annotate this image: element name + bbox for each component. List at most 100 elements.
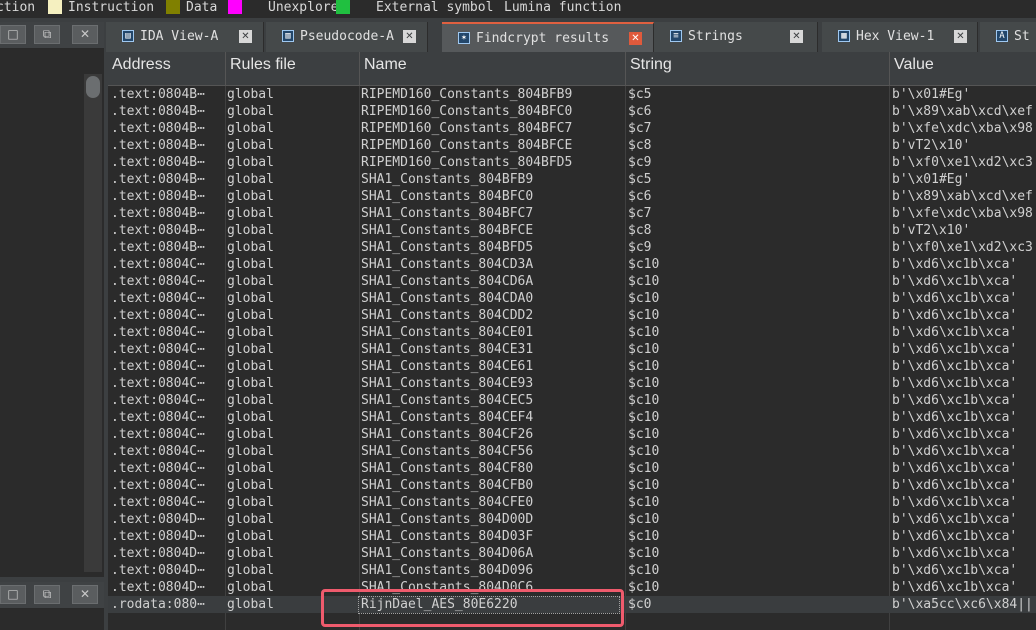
tab-ida-view-a[interactable]: ▤ IDA View-A ✕ <box>106 22 264 52</box>
table-row[interactable]: .text:0804C⋯ global SHA1_Constants_804CF56… <box>108 443 1036 460</box>
value-cell: b'\x01#Eg' <box>892 87 971 102</box>
close-panel-icon[interactable]: ✕ <box>72 585 98 604</box>
string-cell: $c10 <box>628 359 660 374</box>
functions-panel-header: □ ⧉ ✕ <box>0 22 104 49</box>
tab-strings[interactable]: ≡ Strings ✕ <box>654 22 818 52</box>
table-row[interactable]: .text:0804B⋯ global SHA1_Constants_804BFD5… <box>108 239 1036 256</box>
rules-file-cell: global <box>227 257 274 272</box>
tab-pseudocode-a[interactable]: ▥ Pseudocode-A ✕ <box>266 22 428 52</box>
name-cell: SHA1_Constants_804BFD5 <box>361 240 534 255</box>
name-cell: SHA1_Constants_804D096 <box>361 563 534 578</box>
rules-file-cell: global <box>227 529 274 544</box>
secondary-panel-header: □ ⧉ ✕ <box>0 582 104 609</box>
column-header-string[interactable]: String <box>626 52 890 85</box>
table-body: .text:0804B⋯ global RIPEMD160_Constants_80… <box>108 86 1036 613</box>
column-header-address[interactable]: Address <box>108 52 226 85</box>
rules-file-cell: global <box>227 410 274 425</box>
name-cell: SHA1_Constants_804CFB0 <box>361 478 534 493</box>
string-cell: $c10 <box>628 274 660 289</box>
value-cell: b'\xd6\xc1b\xca' <box>892 342 1018 357</box>
name-cell: RIPEMD160_Constants_804BFC7 <box>361 121 573 136</box>
string-cell: $c10 <box>628 529 660 544</box>
string-cell: $c10 <box>628 308 660 323</box>
restore-window-icon[interactable]: □ <box>0 25 26 44</box>
table-row[interactable]: .text:0804C⋯ global SHA1_Constants_804CE31… <box>108 341 1036 358</box>
rules-file-cell: global <box>227 325 274 340</box>
rules-file-cell: global <box>227 138 274 153</box>
string-cell: $c10 <box>628 325 660 340</box>
functions-scrollbar[interactable] <box>84 74 102 572</box>
close-tab-icon[interactable]: ✕ <box>790 30 803 43</box>
rules-file-cell: global <box>227 308 274 323</box>
column-header-name[interactable]: Name <box>360 52 626 85</box>
table-row[interactable]: .text:0804B⋯ global SHA1_Constants_804BFC0… <box>108 188 1036 205</box>
string-cell: $c10 <box>628 376 660 391</box>
rules-file-cell: global <box>227 274 274 289</box>
table-row[interactable]: .text:0804C⋯ global SHA1_Constants_804CE93… <box>108 375 1036 392</box>
tab-label: Hex View-1 <box>856 29 935 44</box>
value-cell: b'\xfe\xdc\xba\x98 <box>892 206 1033 221</box>
column-header-value[interactable]: Value <box>890 52 1036 85</box>
close-tab-icon[interactable]: ✕ <box>629 32 642 45</box>
address-cell: .text:0804B⋯ <box>111 138 205 153</box>
string-cell: $c10 <box>628 444 660 459</box>
table-row[interactable]: .text:0804C⋯ global SHA1_Constants_804CEC5… <box>108 392 1036 409</box>
table-row[interactable]: .text:0804C⋯ global SHA1_Constants_804CE61… <box>108 358 1036 375</box>
rules-file-cell: global <box>227 546 274 561</box>
rules-file-cell: global <box>227 104 274 119</box>
table-row[interactable]: .text:0804C⋯ global SHA1_Constants_804CF80… <box>108 460 1036 477</box>
address-cell: .text:0804B⋯ <box>111 223 205 238</box>
rules-file-cell: global <box>227 291 274 306</box>
value-cell: b'\xd6\xc1b\xca' <box>892 308 1018 323</box>
restore-window-icon[interactable]: □ <box>0 585 26 604</box>
table-row[interactable]: .text:0804B⋯ global RIPEMD160_Constants_80… <box>108 103 1036 120</box>
rules-file-cell: global <box>227 359 274 374</box>
table-row[interactable]: .text:0804C⋯ global SHA1_Constants_804CDA0… <box>108 290 1036 307</box>
legend-label: ction <box>0 0 36 15</box>
table-row[interactable]: .text:0804C⋯ global SHA1_Constants_804CFE0… <box>108 494 1036 511</box>
tab-hex-view-1[interactable]: ▦ Hex View-1 ✕ <box>822 22 978 52</box>
float-window-icon[interactable]: ⧉ <box>34 25 60 44</box>
name-cell: SHA1_Constants_804CFE0 <box>361 495 534 510</box>
close-panel-icon[interactable]: ✕ <box>72 25 98 44</box>
table-row[interactable]: .text:0804B⋯ global RIPEMD160_Constants_80… <box>108 154 1036 171</box>
name-cell: SHA1_Constants_804BFCE <box>361 223 534 238</box>
tab-findcrypt-results[interactable]: ✶ Findcrypt results ✕ <box>442 22 654 52</box>
table-row[interactable]: .text:0804D⋯ global SHA1_Constants_804D096… <box>108 562 1036 579</box>
value-cell: b'\xd6\xc1b\xca' <box>892 257 1018 272</box>
scrollbar-thumb[interactable] <box>86 76 100 98</box>
table-row[interactable]: .text:0804B⋯ global RIPEMD160_Constants_80… <box>108 137 1036 154</box>
string-cell: $c10 <box>628 546 660 561</box>
close-tab-icon[interactable]: ✕ <box>954 30 967 43</box>
table-row[interactable]: .text:0804B⋯ global RIPEMD160_Constants_80… <box>108 120 1036 137</box>
address-cell: .text:0804C⋯ <box>111 291 205 306</box>
string-cell: $c10 <box>628 563 660 578</box>
string-cell: $c9 <box>628 240 652 255</box>
table-row[interactable]: .text:0804D⋯ global SHA1_Constants_804D00D… <box>108 511 1036 528</box>
table-row[interactable]: .text:0804C⋯ global SHA1_Constants_804CD6A… <box>108 273 1036 290</box>
value-cell: b'\xfe\xdc\xba\x98 <box>892 121 1033 136</box>
name-cell: SHA1_Constants_804CD3A <box>361 257 534 272</box>
findcrypt-results-table: Address Rules file Name String Value .te… <box>108 52 1036 630</box>
table-row[interactable]: .text:0804B⋯ global SHA1_Constants_804BFCE… <box>108 222 1036 239</box>
table-row[interactable]: .text:0804B⋯ global RIPEMD160_Constants_80… <box>108 86 1036 103</box>
table-row[interactable]: .text:0804C⋯ global SHA1_Constants_804CE01… <box>108 324 1036 341</box>
column-header-rules-file[interactable]: Rules file <box>226 52 360 85</box>
float-window-icon[interactable]: ⧉ <box>34 585 60 604</box>
table-row[interactable]: .text:0804B⋯ global SHA1_Constants_804BFC7… <box>108 205 1036 222</box>
tab-st[interactable]: A St <box>980 22 1036 52</box>
table-row[interactable]: .text:0804C⋯ global SHA1_Constants_804CEF4… <box>108 409 1036 426</box>
address-cell: .text:0804D⋯ <box>111 529 205 544</box>
value-cell: b'\xf0\xe1\xd2\xc3 <box>892 155 1033 170</box>
table-row[interactable]: .text:0804C⋯ global SHA1_Constants_804CDD2… <box>108 307 1036 324</box>
table-row[interactable]: .text:0804D⋯ global SHA1_Constants_804D03F… <box>108 528 1036 545</box>
table-row[interactable]: .text:0804D⋯ global SHA1_Constants_804D06A… <box>108 545 1036 562</box>
table-row[interactable]: .text:0804B⋯ global SHA1_Constants_804BFB9… <box>108 171 1036 188</box>
table-row[interactable]: .text:0804C⋯ global SHA1_Constants_804CD3A… <box>108 256 1036 273</box>
close-tab-icon[interactable]: ✕ <box>403 30 416 43</box>
close-tab-icon[interactable]: ✕ <box>239 30 252 43</box>
table-row[interactable]: .text:0804C⋯ global SHA1_Constants_804CFB0… <box>108 477 1036 494</box>
table-row[interactable]: .text:0804C⋯ global SHA1_Constants_804CF26… <box>108 426 1036 443</box>
string-cell: $c10 <box>628 393 660 408</box>
address-cell: .text:0804B⋯ <box>111 240 205 255</box>
